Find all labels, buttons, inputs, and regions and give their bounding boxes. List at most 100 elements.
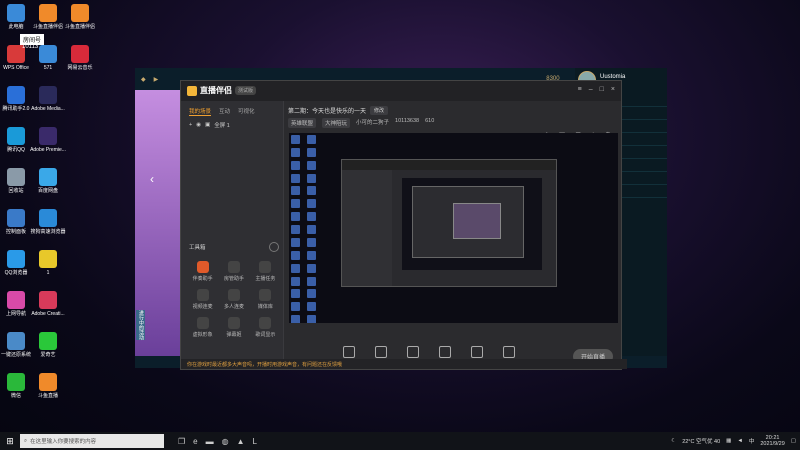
lol-event-tag[interactable]: 进行中的活动: [136, 310, 145, 340]
app-icon: [39, 373, 57, 391]
scene-item[interactable]: + ◉ ▣ 全屏 1: [181, 118, 283, 132]
tab-2[interactable]: 可视化: [238, 107, 255, 116]
taskbar: ⊞ ⌕ 在这里输入你要搜索的内容 ❐ e ▬ ◍ ▲ L ☾ 22°C 空气优 …: [0, 432, 800, 450]
lol-logo-icon[interactable]: ◆: [141, 76, 146, 83]
folder-icon[interactable]: ▬: [206, 437, 214, 446]
volume-icon[interactable]: ◄: [737, 438, 742, 444]
mini-desktop-icon: [291, 276, 300, 286]
desktop-icon[interactable]: 斗鱼直播: [28, 373, 68, 399]
maximize-icon[interactable]: □: [600, 86, 604, 93]
app-name: 直播伴侣: [200, 86, 232, 95]
edit-title-button[interactable]: 修改: [370, 106, 389, 115]
desktop-icon[interactable]: Adobe Premie...: [28, 127, 68, 153]
app-version-badge: 测试版: [235, 86, 257, 95]
tool-button[interactable]: 歌词显示: [250, 317, 281, 338]
minimize-icon[interactable]: –: [589, 86, 593, 93]
notification-icon[interactable]: ▢: [791, 438, 796, 444]
source-icon: [407, 346, 419, 358]
more-icon[interactable]: [269, 242, 279, 252]
mini-desktop-icon: [306, 186, 316, 196]
source-icon: [439, 346, 451, 358]
settings-icon[interactable]: ≡: [578, 86, 582, 93]
desktop-icon[interactable]: 网易云音乐: [60, 45, 100, 71]
app-icon: [7, 4, 25, 22]
desktop-icon-label: 爱奇艺: [40, 352, 56, 358]
edge-icon[interactable]: e: [193, 437, 197, 446]
add-icon[interactable]: +: [189, 122, 192, 128]
live-meta-item[interactable]: 英雄联盟: [288, 118, 317, 128]
tool-button[interactable]: 多人连麦: [218, 289, 249, 310]
lol-icon[interactable]: L: [253, 437, 257, 446]
desktop-icon-label: Adobe Media...: [31, 106, 65, 112]
tool-button[interactable]: 视频连麦: [187, 289, 218, 310]
mini-desktop-icon: [291, 225, 300, 235]
tool-button[interactable]: 伴奏助手: [187, 261, 218, 282]
mini-desktop-icon: [306, 212, 316, 222]
tab-0[interactable]: 我的场景: [189, 107, 212, 116]
app-icon: [39, 4, 57, 22]
network-icon[interactable]: ▦: [726, 438, 731, 444]
tool-button[interactable]: 弹幕姬: [218, 317, 249, 338]
tool-icon: [196, 317, 209, 329]
tool-button[interactable]: 主播任务: [250, 261, 281, 282]
app-icon: [7, 373, 25, 391]
tool-icon: [227, 261, 240, 273]
desktop-icon[interactable]: 1: [28, 250, 68, 276]
chevron-left-icon[interactable]: ‹: [150, 172, 154, 186]
tool-label: 虚拟形象: [192, 332, 213, 338]
desktop-icon[interactable]: 百度网盘: [28, 168, 68, 194]
app-icon: [39, 250, 57, 268]
live-meta-item[interactable]: 大神陪玩: [322, 118, 351, 128]
tool-button[interactable]: 媒体库: [250, 289, 281, 310]
app-icon: [7, 86, 25, 104]
desktop-icon[interactable]: 斗鱼直播伴侣: [60, 4, 100, 30]
stream-preview[interactable]: [289, 133, 618, 323]
mini-desktop-icon: [291, 186, 300, 196]
task-view-icon[interactable]: ❐: [178, 437, 185, 446]
tool-button[interactable]: 房管助手: [218, 261, 249, 282]
desktop-icon[interactable]: 搜狗高速浏览器: [28, 209, 68, 235]
app-icon: [39, 291, 57, 309]
mini-desktop-icon: [306, 147, 316, 157]
tool-icon: [196, 261, 209, 273]
live-meta-item: 10113638: [395, 118, 420, 124]
app-icon: [39, 209, 57, 227]
status-text: 你在游戏时最近都多大声音吗，开播时用游戏声音，有问题还在反馈哦: [187, 361, 343, 368]
mini-desktop-icon: [291, 263, 300, 273]
app-icon: [7, 209, 25, 227]
lol-play-button[interactable]: ▶: [154, 76, 159, 83]
mini-desktop-icon: [306, 160, 316, 170]
app-icon: [39, 86, 57, 104]
desktop-icon[interactable]: Adobe Media...: [28, 86, 68, 112]
app-icon: [7, 127, 25, 145]
close-icon[interactable]: ×: [611, 86, 615, 93]
mini-desktop-icon: [291, 135, 300, 144]
app-icon: [71, 4, 89, 22]
eye-icon[interactable]: ◉: [196, 122, 201, 128]
mini-desktop-icon: [291, 315, 300, 323]
app-icon: [7, 332, 25, 350]
tool-label: 媒体库: [257, 304, 273, 310]
tool-label: 主播任务: [255, 276, 276, 282]
app-icon: [39, 332, 57, 350]
live-meta-item: 610: [425, 118, 435, 124]
live-meta-item: 小可的二狗子: [356, 120, 390, 126]
desktop-icon[interactable]: 爱奇艺: [28, 332, 68, 358]
streaming-app-icon[interactable]: ▲: [237, 437, 245, 446]
tab-1[interactable]: 互动: [219, 107, 230, 116]
toolbox-title: 工具箱: [189, 245, 206, 251]
tool-icon: [196, 289, 209, 301]
tool-button[interactable]: 虚拟形象: [187, 317, 218, 338]
clock-date: 2021/9/29: [760, 441, 785, 447]
taskbar-search[interactable]: ⌕ 在这里输入你要搜索的内容: [20, 434, 164, 448]
weather-text: 22°C 空气优 40: [682, 439, 721, 445]
wechat-icon[interactable]: ◍: [222, 437, 229, 446]
app-icon: [7, 250, 25, 268]
desktop-icon[interactable]: Adobe Creati...: [28, 291, 68, 317]
mini-desktop-icon: [291, 173, 300, 183]
mini-desktop-icon: [306, 225, 316, 235]
tool-label: 伴奏助手: [192, 276, 213, 282]
tool-label: 弹幕姬: [226, 332, 242, 338]
windows-start-icon[interactable]: ⊞: [0, 432, 20, 450]
ime-icon[interactable]: 中: [749, 437, 755, 445]
